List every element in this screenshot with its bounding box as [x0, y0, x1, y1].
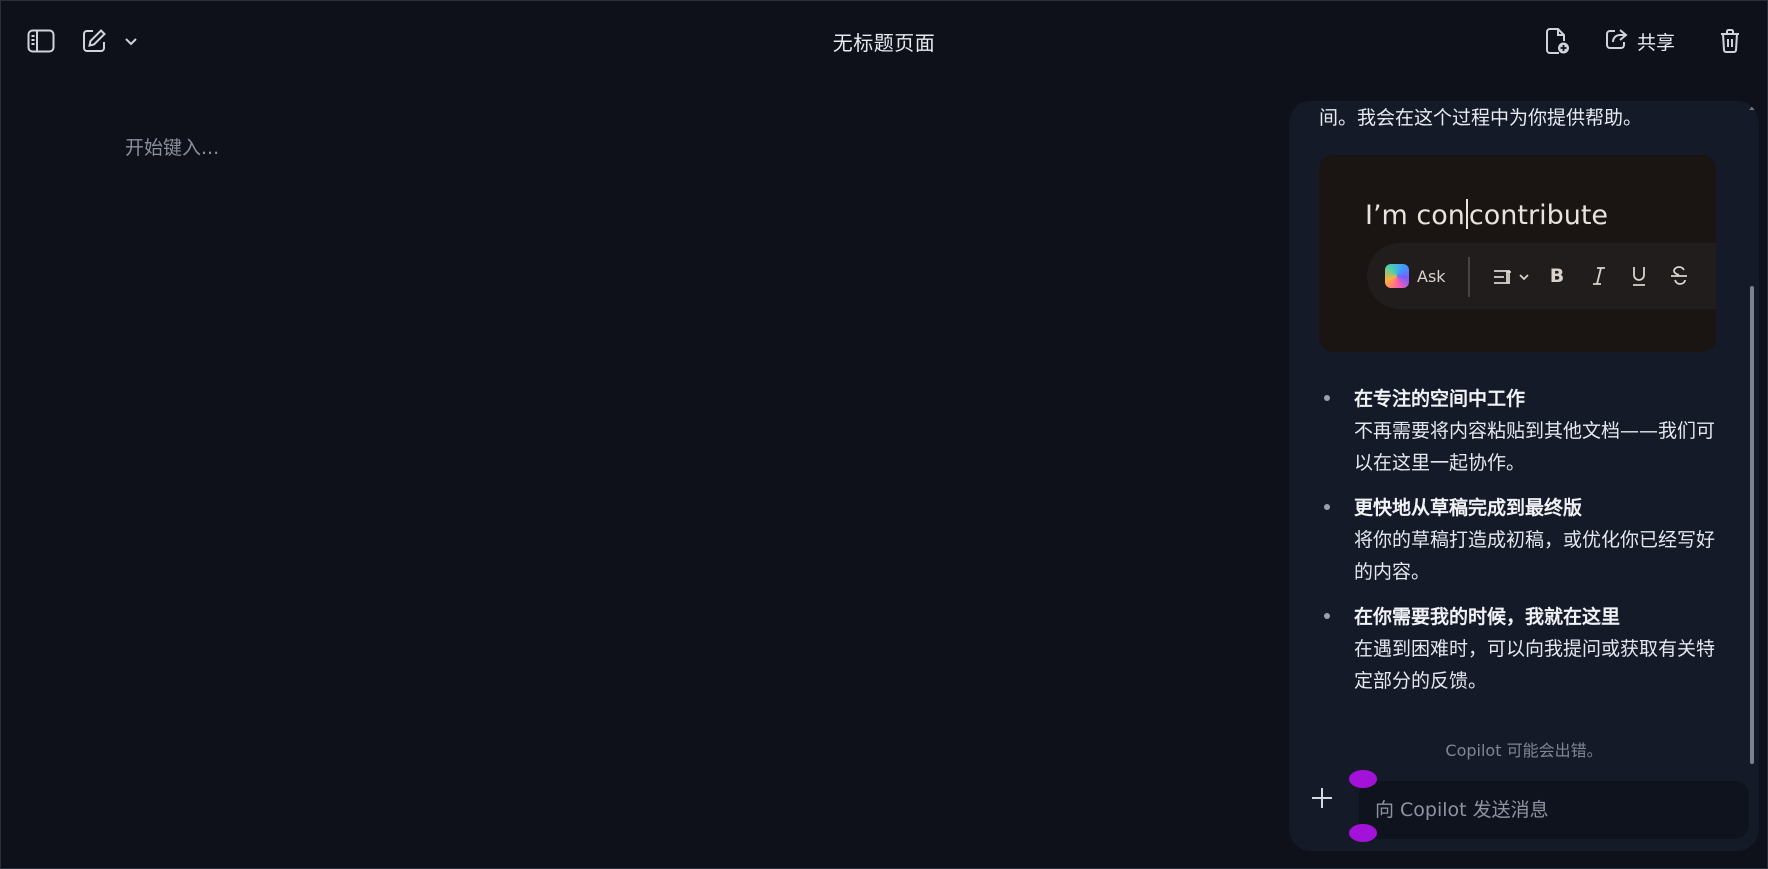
- copilot-intro-text: 间。我会在这个过程中为你提供帮助。: [1319, 107, 1643, 129]
- feature-title: 更快地从草稿完成到最终版: [1354, 497, 1583, 519]
- text-cursor: [1465, 199, 1468, 229]
- demo-typing-text: I’m con contribute: [1365, 199, 1608, 231]
- demo-text-after-cursor: contribute: [1468, 200, 1609, 231]
- page-title: 无标题页面: [832, 31, 936, 55]
- feature-desc: 将你的草稿打造成初稿，或优化你已经写好的内容。: [1354, 529, 1716, 583]
- list-item: 在你需要我的时候，我就在这里 在遇到困难时，可以向我提问或获取有关特定部分的反馈…: [1319, 601, 1729, 697]
- copilot-logo-icon: [1385, 264, 1409, 288]
- trash-icon[interactable]: [1715, 25, 1745, 57]
- demo-ask-button: Ask: [1385, 264, 1446, 288]
- paragraph-format-icon: [1491, 265, 1531, 289]
- feature-desc: 不再需要将内容粘贴到其他文档——我们可以在这里一起协作。: [1354, 420, 1716, 474]
- strikethrough-icon: [1667, 263, 1691, 289]
- share-button[interactable]: 共享: [1605, 25, 1675, 57]
- share-icon: [1605, 28, 1629, 55]
- share-label: 共享: [1637, 31, 1676, 54]
- feature-desc: 在遇到困难时，可以向我提问或获取有关特定部分的反馈。: [1354, 638, 1716, 692]
- toolbar-divider: [1468, 257, 1470, 297]
- scroll-up-arrow-icon[interactable]: [1749, 105, 1757, 110]
- bold-icon: B: [1549, 265, 1565, 287]
- list-item: 更快地从草稿完成到最终版 将你的草稿打造成初稿，或优化你已经写好的内容。: [1319, 492, 1729, 588]
- selection-handle-bottom[interactable]: [1349, 824, 1377, 842]
- message-input[interactable]: [1359, 781, 1749, 839]
- panel-scrollbar[interactable]: [1747, 103, 1757, 764]
- demo-format-toolbar: Ask B: [1367, 243, 1716, 309]
- copilot-disclaimer: Copilot 可能会出错。: [1445, 741, 1603, 760]
- demo-preview-card: I’m con contribute Ask B: [1319, 155, 1716, 352]
- demo-ask-label: Ask: [1417, 266, 1446, 286]
- message-composer: [1359, 781, 1749, 839]
- bullet-icon: [1324, 395, 1330, 401]
- feature-title: 在你需要我的时候，我就在这里: [1354, 606, 1621, 628]
- top-bar: 无标题页面 共享: [1, 1, 1767, 81]
- bullet-icon: [1324, 613, 1330, 619]
- copilot-message-area[interactable]: 间。我会在这个过程中为你提供帮助。 I’m concontribute Ask: [1289, 101, 1759, 761]
- editor-placeholder[interactable]: 开始键入...: [125, 133, 219, 160]
- scrollbar-thumb[interactable]: [1750, 286, 1754, 764]
- copilot-panel: 间。我会在这个过程中为你提供帮助。 I’m concontribute Ask: [1289, 101, 1759, 851]
- feature-title: 在专注的空间中工作: [1354, 388, 1526, 410]
- add-attachment-button[interactable]: [1305, 781, 1339, 815]
- italic-icon: [1587, 263, 1611, 289]
- feature-list: 在专注的空间中工作 不再需要将内容粘贴到其他文档——我们可以在这里一起协作。 更…: [1319, 383, 1729, 710]
- underline-icon: [1627, 263, 1651, 289]
- selection-handle-top[interactable]: [1349, 770, 1377, 788]
- app-window: 无标题页面 共享 开始键入... 间。我会在这个过程中为你提供帮助。 I’m c…: [0, 0, 1768, 869]
- bullet-icon: [1324, 504, 1330, 510]
- demo-text-before-cursor: I’m con: [1365, 200, 1465, 231]
- page-add-icon[interactable]: [1541, 25, 1573, 57]
- list-item: 在专注的空间中工作 不再需要将内容粘贴到其他文档——我们可以在这里一起协作。: [1319, 383, 1729, 479]
